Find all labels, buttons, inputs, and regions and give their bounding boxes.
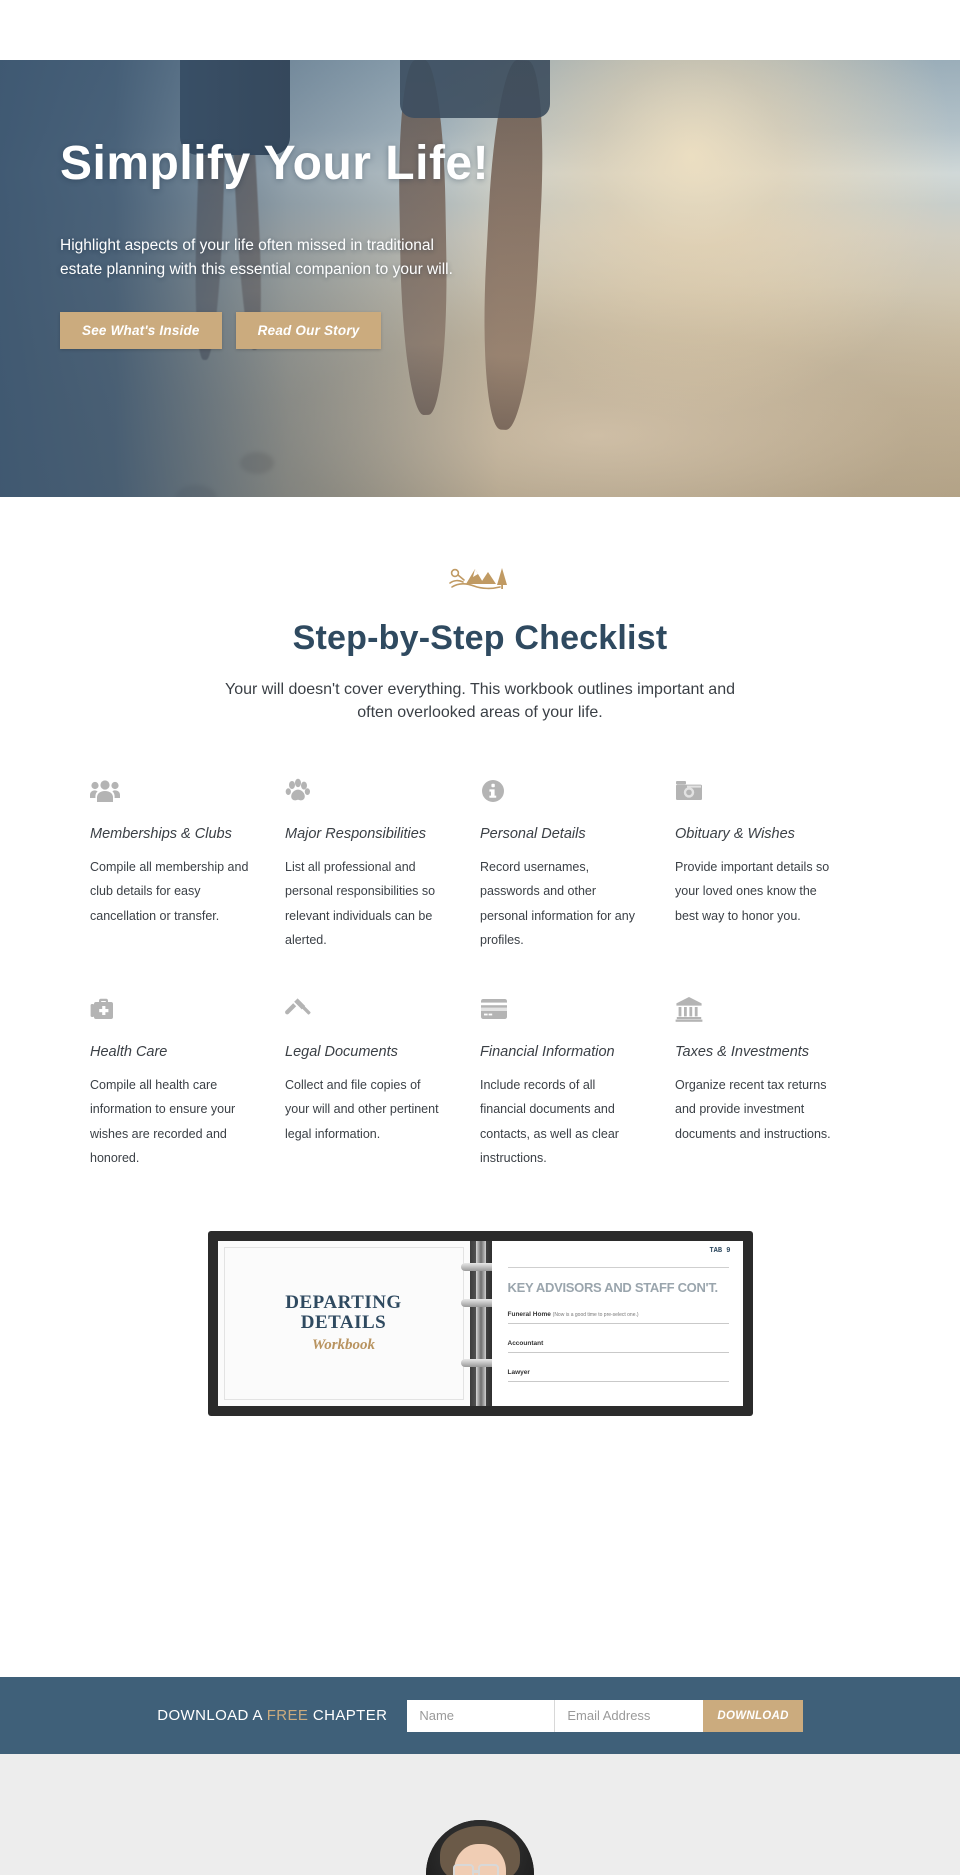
checklist-item-desc: Record usernames, passwords and other pe… [480, 859, 635, 948]
checklist-item: Memberships & Clubs Compile all membersh… [90, 774, 285, 952]
binder-frame: DEPARTING DETAILS Workbook TAB 9 KEY ADV… [207, 1230, 753, 1416]
hero-button-group: See What's Inside Read Our Story [60, 312, 500, 350]
top-bar [0, 0, 960, 60]
checklist-item: Taxes & Investments Organize recent tax … [675, 992, 870, 1170]
checklist-item: Major Responsibilities List all professi… [285, 774, 480, 952]
checklist-item-title: Legal Documents [285, 1044, 398, 1061]
hero-title: Simplify Your Life! [60, 137, 490, 190]
field-hint: (Now is a good time to pre-select one.) [552, 1311, 639, 1318]
page-heading-cont: CON'T. [677, 1279, 719, 1295]
download-label-pre: DOWNLOAD A [157, 1707, 267, 1724]
bank-building-icon [675, 992, 836, 1026]
checklist-item: Personal Details Record usernames, passw… [480, 774, 675, 952]
name-input[interactable] [407, 1699, 556, 1732]
workbook-cover-page: DEPARTING DETAILS Workbook [217, 1240, 470, 1406]
binder-spine [460, 1240, 501, 1406]
info-circle-icon [480, 774, 641, 808]
credit-card-icon [480, 992, 641, 1026]
checklist-item-title: Financial Information [480, 1044, 615, 1061]
medical-kit-icon [90, 992, 251, 1026]
cover-title-line2: DETAILS [300, 1312, 387, 1334]
checklist-item: Legal Documents Collect and file copies … [285, 992, 480, 1170]
checklist-item-desc: Collect and file copies of your will and… [285, 1078, 439, 1141]
users-group-icon [90, 774, 251, 808]
checklist-section: Step-by-Step Checklist Your will doesn't… [0, 497, 960, 1171]
camera-icon [675, 774, 836, 808]
checklist-item-desc: Compile all membership and club details … [90, 859, 249, 923]
hero-section: Simplify Your Life! Highlight aspects of… [0, 60, 960, 497]
section-subtitle: Your will doesn't cover everything. This… [225, 681, 735, 722]
read-our-story-button[interactable]: Read Our Story [235, 312, 382, 350]
checklist-item-desc: Organize recent tax returns and provide … [675, 1078, 831, 1141]
download-label-free: FREE [266, 1707, 309, 1724]
checklist-item-title: Taxes & Investments [675, 1044, 810, 1061]
mountain-trees-logo-icon [0, 557, 960, 597]
hero-subtitle: Highlight aspects of your life often mis… [60, 237, 453, 279]
checklist-item-title: Major Responsibilities [285, 826, 427, 843]
checklist-item-title: Personal Details [480, 826, 586, 843]
checklist-item-title: Memberships & Clubs [90, 826, 232, 843]
checklist-item-title: Obituary & Wishes [675, 826, 795, 843]
checklist-item-desc: Include records of all financial documen… [480, 1078, 619, 1166]
section-title: Step-by-Step Checklist [292, 619, 668, 657]
author-portrait-avatar [426, 1820, 534, 1875]
checklist-item: Financial Information Include records of… [480, 992, 675, 1170]
form-field-row: Funeral Home (Now is a good time to pre-… [507, 1310, 729, 1324]
checklist-item-desc: List all professional and personal respo… [285, 859, 436, 948]
form-field-row: Lawyer [507, 1368, 729, 1382]
email-input[interactable] [555, 1699, 704, 1732]
cover-subtitle: Workbook [311, 1336, 376, 1353]
see-whats-inside-button[interactable]: See What's Inside [60, 312, 222, 350]
paw-print-icon [285, 774, 446, 808]
checklist-item: Health Care Compile all health care info… [90, 992, 285, 1170]
field-label: Lawyer [507, 1368, 530, 1376]
download-bar-label: DOWNLOAD A FREE CHAPTER [157, 1707, 387, 1724]
cover-title-line1: DEPARTING [285, 1291, 402, 1313]
checklist-item-desc: Provide important details so your loved … [675, 859, 830, 923]
page-heading: KEY ADVISORS AND STAFF CON'T. [508, 1280, 729, 1295]
checklist-grid: Memberships & Clubs Compile all membersh… [90, 774, 870, 1170]
download-chapter-bar: DOWNLOAD A FREE CHAPTER DOWNLOAD [0, 1677, 960, 1754]
field-label: Funeral Home [507, 1310, 551, 1318]
checklist-item: Obituary & Wishes Provide important deta… [675, 774, 870, 952]
download-button[interactable]: DOWNLOAD [703, 1699, 803, 1732]
download-label-post: CHAPTER [308, 1707, 388, 1724]
page-heading-main: KEY ADVISORS AND STAFF [507, 1279, 675, 1295]
workbook-inner-page: TAB 9 KEY ADVISORS AND STAFF CON'T. Fune… [491, 1240, 743, 1406]
bottom-section [0, 1754, 960, 1875]
checklist-item-title: Health Care [90, 1044, 168, 1061]
form-field-row: Accountant [507, 1339, 729, 1353]
workbook-image: DEPARTING DETAILS Workbook TAB 9 KEY ADV… [207, 1230, 753, 1416]
landing-page: Simplify Your Life! Highlight aspects of… [0, 0, 960, 1875]
gavel-icon [285, 992, 446, 1026]
tab-label: TAB 9 [709, 1246, 731, 1255]
checklist-item-desc: Compile all health care information to e… [90, 1078, 236, 1166]
field-label: Accountant [507, 1339, 544, 1347]
